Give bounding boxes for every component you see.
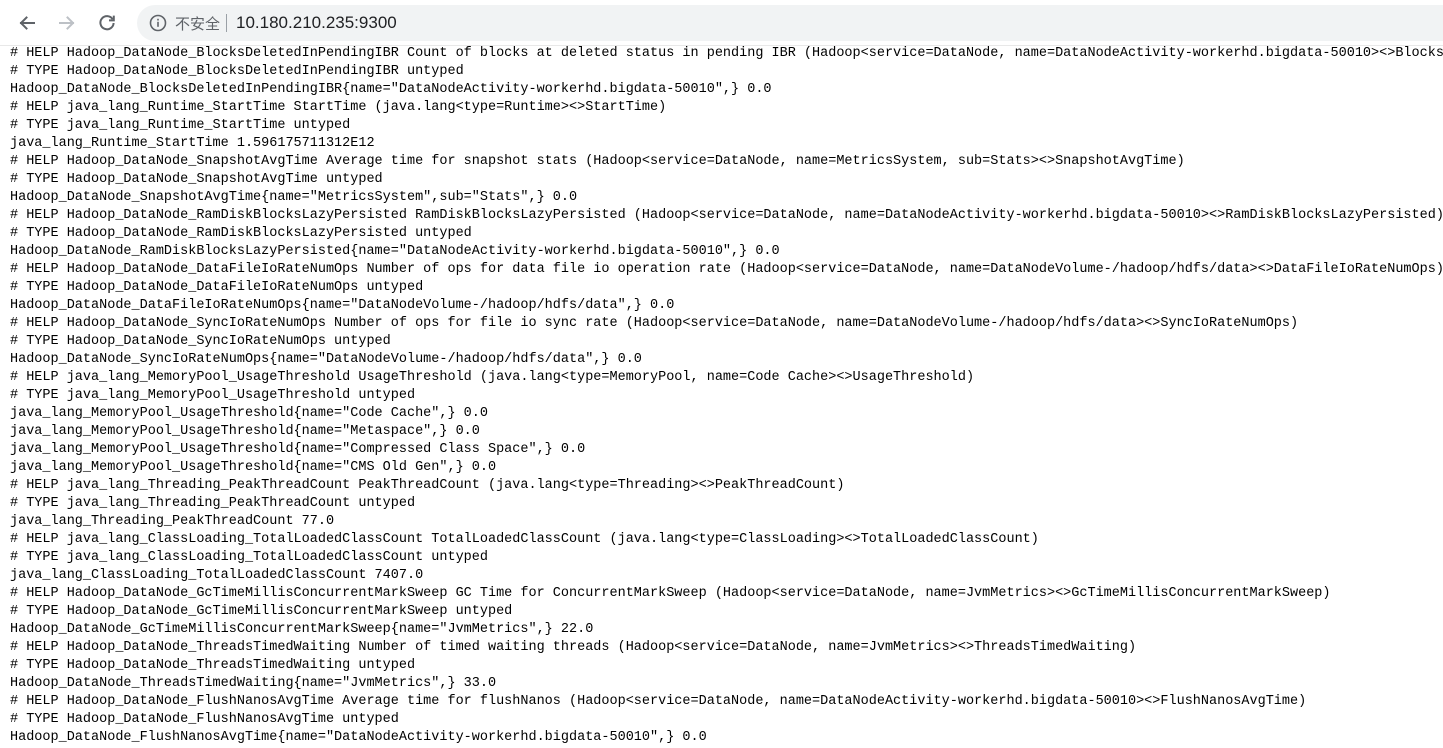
metric-line: # HELP java_lang_MemoryPool_UsageThresho… [10,370,975,385]
metric-line: java_lang_MemoryPool_UsageThreshold{name… [10,424,480,439]
metric-line: # HELP Hadoop_DataNode_RamDiskBlocksLazy… [10,208,1443,223]
metric-line: # HELP Hadoop_DataNode_SnapshotAvgTime A… [10,154,1185,169]
metric-line: # HELP Hadoop_DataNode_BlocksDeletedInPe… [10,46,1443,61]
metric-line: Hadoop_DataNode_ThreadsTimedWaiting{name… [10,676,497,691]
metric-line: # HELP Hadoop_DataNode_ThreadsTimedWaiti… [10,640,1137,655]
metric-line: # TYPE Hadoop_DataNode_SnapshotAvgTime u… [10,172,383,187]
metric-line: # TYPE Hadoop_DataNode_BlocksDeletedInPe… [10,64,464,79]
reload-icon [99,15,115,31]
address-bar[interactable]: 不安全 10.180.210.235:9300 [137,5,1443,41]
metric-line: Hadoop_DataNode_BlocksDeletedInPendingIB… [10,82,772,97]
metric-line: Hadoop_DataNode_RamDiskBlocksLazyPersist… [10,244,780,259]
metric-line: # HELP Hadoop_DataNode_DataFileIoRateNum… [10,262,1443,277]
url-text[interactable]: 10.180.210.235:9300 [236,13,397,33]
metric-line: # TYPE Hadoop_DataNode_FlushNanosAvgTime… [10,712,399,727]
metric-line: # HELP Hadoop_DataNode_SyncIoRateNumOps … [10,316,1299,331]
page-content: # HELP Hadoop_DataNode_BlocksDeletedInPe… [0,46,1443,748]
metric-line: # TYPE Hadoop_DataNode_GcTimeMillisConcu… [10,604,513,619]
metric-line: Hadoop_DataNode_SnapshotAvgTime{name="Me… [10,190,578,205]
browser-toolbar: 不安全 10.180.210.235:9300 [0,0,1443,46]
metrics-text: # HELP Hadoop_DataNode_BlocksDeletedInPe… [10,46,1443,747]
metric-line: java_lang_MemoryPool_UsageThreshold{name… [10,442,586,457]
metric-line: java_lang_ClassLoading_TotalLoadedClassC… [10,568,424,583]
metric-line: # TYPE java_lang_ClassLoading_TotalLoade… [10,550,488,565]
metric-line: java_lang_MemoryPool_UsageThreshold{name… [10,406,488,421]
info-icon[interactable] [149,14,167,32]
metric-line: # TYPE java_lang_Runtime_StartTime untyp… [10,118,351,133]
forward-button[interactable] [53,9,81,37]
metric-line: # TYPE Hadoop_DataNode_RamDiskBlocksLazy… [10,226,472,241]
metric-line: # HELP java_lang_Threading_PeakThreadCou… [10,478,845,493]
metric-line: # HELP java_lang_Runtime_StartTime Start… [10,100,667,115]
metric-line: Hadoop_DataNode_SyncIoRateNumOps{name="D… [10,352,642,367]
metric-line: # HELP java_lang_ClassLoading_TotalLoade… [10,532,1039,547]
metric-line: # HELP Hadoop_DataNode_GcTimeMillisConcu… [10,586,1331,601]
forward-arrow-icon [59,16,75,30]
metric-line: # TYPE java_lang_Threading_PeakThreadCou… [10,496,416,511]
metric-line: Hadoop_DataNode_GcTimeMillisConcurrentMa… [10,622,594,637]
metric-line: Hadoop_DataNode_DataFileIoRateNumOps{nam… [10,298,675,313]
metric-line: # TYPE Hadoop_DataNode_DataFileIoRateNum… [10,280,424,295]
back-arrow-icon [19,16,35,30]
metric-line: java_lang_MemoryPool_UsageThreshold{name… [10,460,497,475]
metric-line: # TYPE java_lang_MemoryPool_UsageThresho… [10,388,416,403]
metric-line: Hadoop_DataNode_FlushNanosAvgTime{name="… [10,730,707,745]
metric-line: # TYPE Hadoop_DataNode_SyncIoRateNumOps … [10,334,391,349]
security-label[interactable]: 不安全 [175,13,220,34]
reload-button[interactable] [93,9,121,37]
metric-line: # HELP Hadoop_DataNode_FlushNanosAvgTime… [10,694,1307,709]
metric-line: java_lang_Threading_PeakThreadCount 77.0 [10,514,335,529]
metric-line: # TYPE Hadoop_DataNode_ThreadsTimedWaiti… [10,658,416,673]
back-button[interactable] [13,9,41,37]
omnibox-divider [226,14,228,32]
metric-line: java_lang_Runtime_StartTime 1.5961757113… [10,136,375,151]
